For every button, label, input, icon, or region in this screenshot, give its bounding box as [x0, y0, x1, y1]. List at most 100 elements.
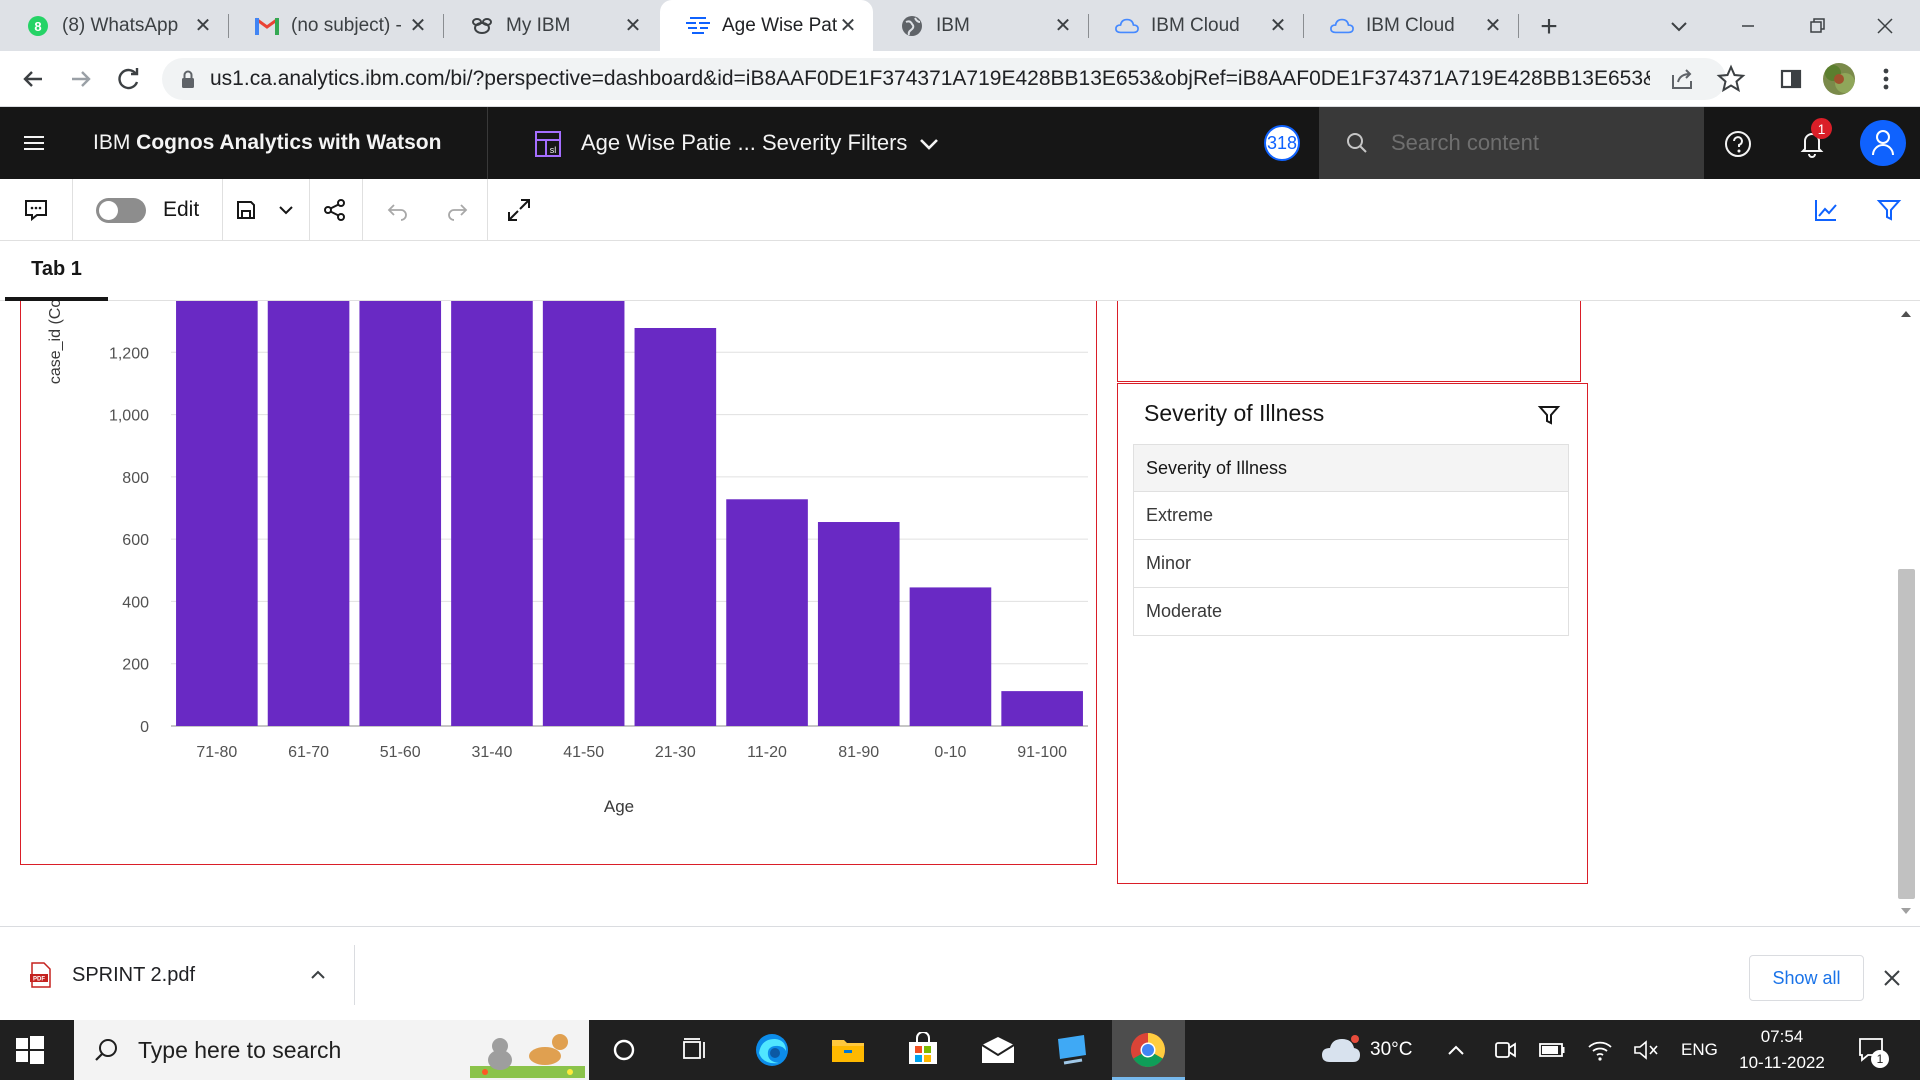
content-search[interactable]	[1319, 107, 1704, 179]
file-explorer-icon[interactable]	[824, 1026, 872, 1074]
bar-41-50[interactable]	[542, 301, 625, 726]
bar-21-30[interactable]	[634, 327, 717, 726]
filter-funnel-icon[interactable]	[1536, 402, 1562, 428]
edit-toggle[interactable]	[96, 198, 146, 223]
user-avatar[interactable]	[1860, 120, 1906, 166]
chevron-up-icon[interactable]	[1444, 1038, 1468, 1062]
close-icon[interactable]: ✕	[837, 15, 859, 37]
back-arrow-icon[interactable]	[16, 63, 50, 95]
widget-above-filter[interactable]	[1117, 301, 1581, 382]
battery-icon[interactable]	[1538, 1037, 1566, 1063]
weather-cloud-icon[interactable]	[1320, 1032, 1362, 1068]
chevron-down-icon[interactable]	[915, 131, 943, 157]
filter-option-minor[interactable]: Minor	[1133, 540, 1569, 588]
close-icon[interactable]: ✕	[192, 15, 214, 37]
scroll-up-arrow-icon[interactable]	[1899, 307, 1913, 321]
severity-filter-widget[interactable]: Severity of Illness Severity of Illness …	[1117, 383, 1588, 884]
svg-text:sl: sl	[550, 145, 557, 155]
bar-11-20[interactable]	[726, 499, 808, 726]
close-icon[interactable]: ✕	[622, 15, 644, 37]
temperature[interactable]: 30°C	[1370, 1020, 1412, 1080]
filter-option-moderate[interactable]: Moderate	[1133, 588, 1569, 636]
x-tick-label: 61-70	[288, 744, 329, 761]
close-icon[interactable]: ✕	[407, 15, 429, 37]
wifi-icon[interactable]	[1586, 1037, 1614, 1063]
chrome-taskbar-button[interactable]	[1112, 1020, 1185, 1080]
bar-91-100[interactable]	[1001, 691, 1083, 726]
kebab-menu-icon[interactable]	[1874, 64, 1898, 94]
meet-now-icon[interactable]	[1492, 1037, 1518, 1063]
volume-muted-icon[interactable]	[1632, 1037, 1660, 1063]
close-download-bar-icon[interactable]	[1881, 967, 1903, 989]
browser-tab-ibm[interactable]: IBM ✕	[874, 0, 1088, 51]
hamburger-menu-icon[interactable]	[22, 131, 46, 155]
x-axis-label: Age	[604, 797, 634, 816]
browser-tab-age-wise[interactable]: Age Wise Patie ✕	[660, 0, 873, 51]
show-all-button[interactable]: Show all	[1749, 955, 1864, 1001]
search-highlight-illustration-icon	[470, 1022, 585, 1078]
scrollbar-thumb[interactable]	[1898, 569, 1915, 899]
bar-71-80[interactable]	[176, 301, 258, 726]
toolbar-divider	[487, 179, 488, 241]
save-icon[interactable]	[226, 190, 266, 230]
browser-tab-ibm-cloud-2[interactable]: IBM Cloud ✕	[1304, 0, 1518, 51]
close-icon[interactable]: ✕	[1482, 15, 1504, 37]
new-tab-plus-icon[interactable]: +	[1532, 10, 1566, 44]
cortana-icon[interactable]	[600, 1026, 648, 1074]
mail-icon[interactable]	[974, 1026, 1022, 1074]
window-close-icon[interactable]	[1870, 12, 1900, 40]
system-clock[interactable]: 07:54 10-11-2022	[1734, 1024, 1830, 1076]
bookmark-star-icon[interactable]	[1716, 64, 1746, 94]
browser-tab-ibm-cloud[interactable]: IBM Cloud ✕	[1089, 0, 1303, 51]
undo-icon[interactable]	[378, 190, 418, 230]
canvas-scrollbar[interactable]	[1893, 301, 1920, 926]
filter-funnel-icon[interactable]	[1869, 190, 1909, 230]
dashboard-icon: sl	[533, 129, 563, 159]
task-view-icon[interactable]	[671, 1026, 719, 1074]
scroll-down-arrow-icon[interactable]	[1899, 904, 1913, 918]
share-icon[interactable]	[315, 190, 355, 230]
url-field[interactable]: us1.ca.analytics.ibm.com/bi/?perspective…	[162, 58, 1726, 100]
fullscreen-icon[interactable]	[499, 190, 539, 230]
browser-tab-my-ibm[interactable]: My IBM ✕	[444, 0, 658, 51]
redo-icon[interactable]	[437, 190, 477, 230]
download-item[interactable]: PDF SPRINT 2.pdf	[0, 945, 355, 1005]
bar-chart-widget[interactable]: 02004006008001,0001,2001,400 71-8061-705…	[20, 301, 1097, 865]
windows-start-icon[interactable]	[14, 1034, 46, 1066]
insights-chart-icon[interactable]	[1806, 190, 1846, 230]
tab-search-chevron-icon[interactable]	[1664, 12, 1694, 40]
profile-avatar[interactable]	[1823, 63, 1855, 95]
bar-81-90[interactable]	[817, 522, 900, 726]
comment-icon[interactable]	[16, 190, 56, 230]
restore-icon[interactable]	[1802, 12, 1832, 40]
bar-61-70[interactable]	[267, 301, 350, 726]
close-icon[interactable]: ✕	[1052, 15, 1074, 37]
share-icon[interactable]	[1668, 65, 1698, 93]
help-icon[interactable]	[1723, 129, 1753, 159]
filter-option-extreme[interactable]: Extreme	[1133, 492, 1569, 540]
save-menu-chevron-icon[interactable]	[266, 190, 306, 230]
input-language[interactable]: ENG	[1681, 1020, 1718, 1080]
browser-tab-whatsapp[interactable]: 8 (8) WhatsApp ✕	[0, 0, 228, 51]
search-input[interactable]	[1391, 130, 1691, 156]
bar-0-10[interactable]	[909, 587, 992, 726]
forward-arrow-icon[interactable]	[64, 63, 98, 95]
reload-icon[interactable]	[112, 63, 146, 95]
bar-31-40[interactable]	[451, 301, 533, 726]
filter-list-header[interactable]: Severity of Illness	[1133, 444, 1569, 492]
user-count-badge[interactable]: 318	[1264, 125, 1300, 161]
remote-desktop-icon[interactable]	[1049, 1026, 1097, 1074]
minimize-icon[interactable]	[1733, 12, 1763, 40]
tab-1[interactable]: Tab 1	[5, 241, 108, 301]
edge-browser-icon[interactable]	[748, 1026, 796, 1074]
browser-tab-gmail[interactable]: (no subject) - p ✕	[229, 0, 443, 51]
x-tick-label: 71-80	[196, 744, 237, 761]
close-icon[interactable]: ✕	[1267, 15, 1289, 37]
taskbar-search[interactable]: Type here to search	[74, 1020, 589, 1080]
bar-51-60[interactable]	[359, 301, 442, 726]
microsoft-store-icon[interactable]	[899, 1026, 947, 1074]
dashboard-title[interactable]: Age Wise Patie ... Severity Filters	[581, 107, 907, 179]
side-panel-icon[interactable]	[1776, 65, 1806, 93]
lock-icon[interactable]	[180, 69, 196, 89]
chevron-up-icon[interactable]	[306, 963, 330, 987]
